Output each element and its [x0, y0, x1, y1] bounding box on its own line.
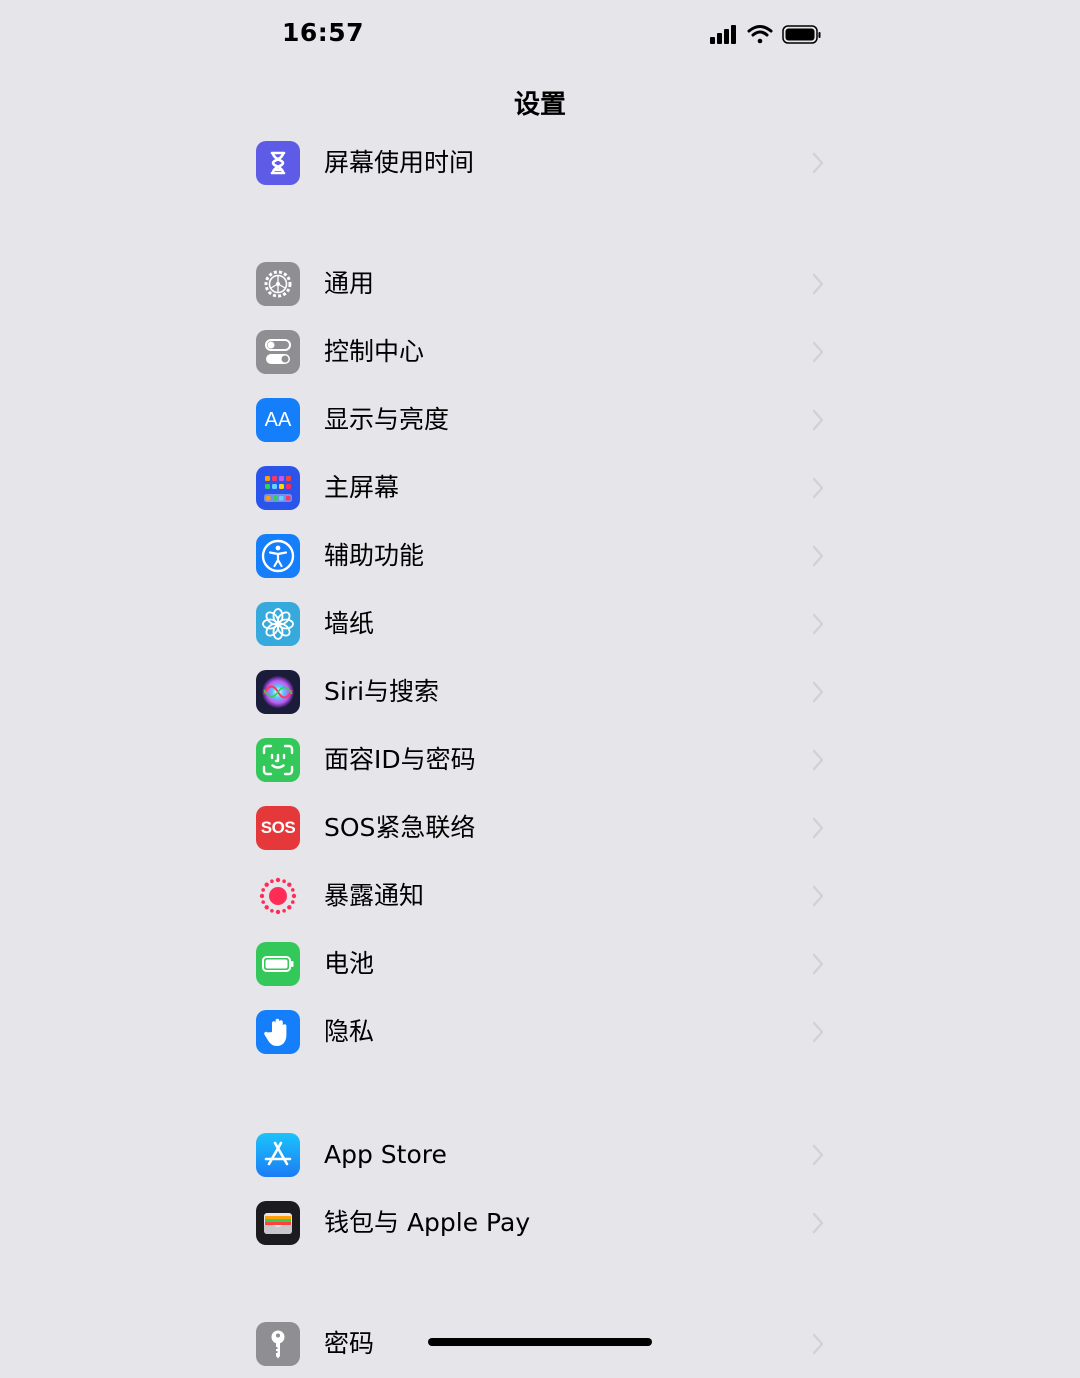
row-label: 屏幕使用时间	[324, 148, 475, 177]
settings-row-battery[interactable]: 电池	[240, 930, 840, 998]
settings-row-app-store[interactable]: App Store	[240, 1121, 840, 1189]
chevron-right-icon	[812, 613, 824, 635]
status-bar: 16:57	[0, 0, 1080, 70]
settings-row-privacy[interactable]: 隐私	[240, 998, 840, 1066]
siri-icon	[256, 670, 300, 714]
settings-row-general[interactable]: 通用	[240, 250, 840, 318]
key-icon	[256, 1322, 300, 1366]
chevron-right-icon	[812, 885, 824, 907]
row-label: 密码	[324, 1329, 375, 1358]
row-label: 控制中心	[324, 337, 425, 366]
settings-row-siri[interactable]: Siri与搜索	[240, 658, 840, 726]
settings-row-control-center[interactable]: 控制中心	[240, 318, 840, 386]
home-grid-icon	[256, 466, 300, 510]
signal-icon	[710, 25, 736, 44]
chevron-right-icon	[812, 817, 824, 839]
row-label: 墙纸	[324, 609, 375, 638]
chevron-right-icon	[812, 273, 824, 295]
row-label: 面容ID与密码	[324, 745, 476, 774]
row-label: 显示与亮度	[324, 405, 450, 434]
chevron-right-icon	[812, 409, 824, 431]
chevron-right-icon	[812, 341, 824, 363]
home-indicator[interactable]	[428, 1338, 652, 1346]
row-label: 通用	[324, 269, 375, 298]
toggles-icon	[256, 330, 300, 374]
battery-icon	[256, 942, 300, 986]
text-size-icon: AA	[256, 398, 300, 442]
row-label: 电池	[324, 949, 375, 978]
chevron-right-icon	[812, 1212, 824, 1234]
chevron-right-icon	[812, 1333, 824, 1355]
settings-row-exposure[interactable]: 暴露通知	[240, 862, 840, 930]
row-label: 隐私	[324, 1017, 375, 1046]
status-icons	[708, 22, 822, 48]
row-label: Siri与搜索	[324, 677, 440, 706]
chevron-right-icon	[812, 152, 824, 174]
settings-row-wallet[interactable]: 钱包与 Apple Pay	[240, 1189, 840, 1257]
chevron-right-icon	[812, 1021, 824, 1043]
settings-row-face-id[interactable]: 面容ID与密码	[240, 726, 840, 794]
battery-icon-status	[782, 25, 821, 44]
settings-row-accessibility[interactable]: 辅助功能	[240, 522, 840, 590]
settings-row-display[interactable]: AA 显示与亮度	[240, 386, 840, 454]
wallet-icon	[256, 1201, 300, 1245]
flower-icon	[256, 602, 300, 646]
settings-row-screen-time[interactable]: 屏幕使用时间	[240, 129, 840, 197]
app-store-icon	[256, 1133, 300, 1177]
gear-icon	[256, 262, 300, 306]
exposure-icon	[256, 874, 300, 918]
settings-row-home-screen[interactable]: 主屏幕	[240, 454, 840, 522]
page-title: 设置	[513, 90, 566, 120]
wifi-icon	[747, 25, 773, 44]
row-label: 暴露通知	[324, 881, 425, 910]
row-label: 辅助功能	[324, 541, 425, 570]
row-label: 主屏幕	[324, 473, 400, 502]
chevron-right-icon	[812, 1144, 824, 1166]
row-label: 钱包与 Apple Pay	[324, 1208, 531, 1237]
hand-icon	[256, 1010, 300, 1054]
chevron-right-icon	[812, 749, 824, 771]
chevron-right-icon	[812, 477, 824, 499]
hourglass-icon	[256, 141, 300, 185]
sos-icon: SOS	[256, 806, 300, 850]
settings-row-sos[interactable]: SOS SOS紧急联络	[240, 794, 840, 862]
chevron-right-icon	[812, 953, 824, 975]
row-label: App Store	[324, 1140, 447, 1169]
row-label: SOS紧急联络	[324, 813, 476, 842]
face-id-icon	[256, 738, 300, 782]
accessibility-icon	[256, 534, 300, 578]
settings-row-wallpaper[interactable]: 墙纸	[240, 590, 840, 658]
chevron-right-icon	[812, 681, 824, 703]
chevron-right-icon	[812, 545, 824, 567]
status-time: 16:57	[282, 18, 365, 47]
